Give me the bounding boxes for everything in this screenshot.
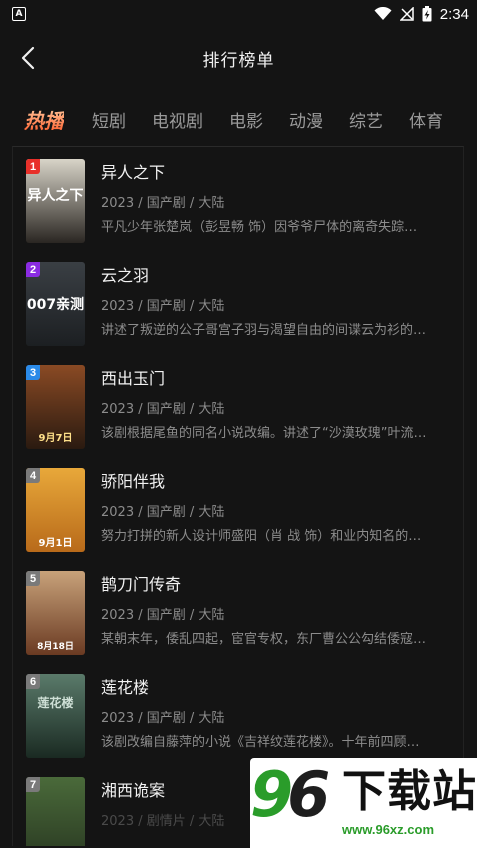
watermark-url: www.96xz.com	[342, 822, 434, 837]
tab-short-drama[interactable]: 短剧	[92, 107, 126, 132]
notification-icon: A	[12, 7, 26, 21]
rank-badge: 7	[26, 777, 40, 792]
item-title: 鹊刀门传奇	[101, 575, 182, 594]
item-title: 西出玉门	[101, 369, 166, 388]
header: 排行榜单	[0, 28, 477, 88]
poster-caption: 8月18日	[37, 642, 74, 652]
item-title: 异人之下	[101, 163, 166, 182]
poster-image: 7	[26, 777, 85, 846]
item-meta: 2023 / 国产剧 / 大陆	[101, 402, 225, 417]
tab-variety[interactable]: 综艺	[349, 107, 383, 132]
item-meta: 2023 / 国产剧 / 大陆	[101, 505, 225, 520]
poster-image: 9月7日 3	[26, 365, 85, 449]
rank-badge: 1	[26, 159, 40, 174]
tab-movies[interactable]: 电影	[229, 107, 263, 132]
rank-badge: 2	[26, 262, 40, 277]
category-tabs: 热播 短剧 电视剧 电影 动漫 综艺 体育	[0, 98, 477, 140]
item-description: 努力打拼的新人设计师盛阳（肖 战 饰）和业内知名的…	[101, 529, 422, 544]
rank-badge: 4	[26, 468, 40, 483]
item-description: 平凡少年张楚岚（彭昱畅 饰）因爷爷尸体的离奇失踪…	[101, 220, 418, 235]
ranking-list: 异人之下 1 异人之下 2023 / 国产剧 / 大陆 平凡少年张楚岚（彭昱畅 …	[12, 146, 464, 846]
list-item[interactable]: 007亲测 2 云之羽 2023 / 国产剧 / 大陆 讲述了叛逆的公子哥宫子羽…	[13, 250, 463, 353]
rank-badge: 3	[26, 365, 40, 380]
status-bar: A 2:34	[0, 0, 477, 28]
tab-anime[interactable]: 动漫	[289, 107, 323, 132]
poster-image: 007亲测 2	[26, 262, 85, 346]
clock: 2:34	[439, 5, 469, 23]
list-item[interactable]: 异人之下 1 异人之下 2023 / 国产剧 / 大陆 平凡少年张楚岚（彭昱畅 …	[13, 147, 463, 250]
list-item[interactable]: 8月18日 5 鹊刀门传奇 2023 / 国产剧 / 大陆 某朝末年，倭乱四起，…	[13, 559, 463, 662]
item-meta: 2023 / 国产剧 / 大陆	[101, 196, 225, 211]
chevron-left-icon	[21, 46, 35, 70]
poster-caption: 9月1日	[38, 538, 73, 549]
signal-off-icon	[399, 7, 414, 21]
poster-image: 8月18日 5	[26, 571, 85, 655]
wifi-icon	[374, 7, 392, 20]
poster-caption: 异人之下	[27, 188, 84, 204]
poster-caption: 9月7日	[38, 433, 73, 444]
item-title: 骄阳伴我	[101, 472, 166, 491]
item-description: 讲述了叛逆的公子哥宫子羽与渴望自由的间谍云为衫的…	[101, 323, 427, 338]
item-title: 莲花楼	[101, 678, 150, 697]
rank-badge: 6	[26, 674, 40, 689]
poster-image: 莲花楼 6	[26, 674, 85, 758]
back-button[interactable]	[14, 44, 42, 72]
watermark-text: 下载站	[342, 766, 477, 817]
watermark-number: 96	[250, 758, 330, 831]
list-item[interactable]: 9月7日 3 西出玉门 2023 / 国产剧 / 大陆 该剧根据尾鱼的同名小说改…	[13, 353, 463, 456]
item-meta: 2023 / 国产剧 / 大陆	[101, 299, 225, 314]
list-item[interactable]: 莲花楼 6 莲花楼 2023 / 国产剧 / 大陆 该剧改编自藤萍的小说《吉祥纹…	[13, 662, 463, 765]
rank-badge: 5	[26, 571, 40, 586]
item-meta: 2023 / 国产剧 / 大陆	[101, 608, 225, 623]
item-description: 该剧根据尾鱼的同名小说改编。讲述了“沙漠玫瑰”叶流…	[101, 426, 427, 441]
tab-sports[interactable]: 体育	[409, 107, 443, 132]
list-item[interactable]: 9月1日 4 骄阳伴我 2023 / 国产剧 / 大陆 努力打拼的新人设计师盛阳…	[13, 456, 463, 559]
poster-caption: 莲花楼	[37, 696, 74, 710]
item-title: 云之羽	[101, 266, 150, 285]
status-icons: 2:34	[374, 6, 469, 23]
page-title: 排行榜单	[202, 50, 275, 71]
poster-caption: 007亲测	[26, 297, 85, 313]
watermark-logo: 96 下载站 www.96xz.com	[250, 758, 477, 848]
item-description: 该剧改编自藤萍的小说《吉祥纹莲花楼》。十年前四顾…	[101, 735, 420, 750]
battery-charging-icon	[422, 6, 432, 22]
poster-image: 异人之下 1	[26, 159, 85, 243]
poster-image: 9月1日 4	[26, 468, 85, 552]
item-description: 某朝末年，倭乱四起，宦官专权，东厂曹公公勾结倭寇…	[101, 632, 427, 647]
item-meta: 2023 / 国产剧 / 大陆	[101, 711, 225, 726]
tab-hot[interactable]: 热播	[24, 105, 64, 134]
tab-tv-series[interactable]: 电视剧	[152, 107, 203, 132]
